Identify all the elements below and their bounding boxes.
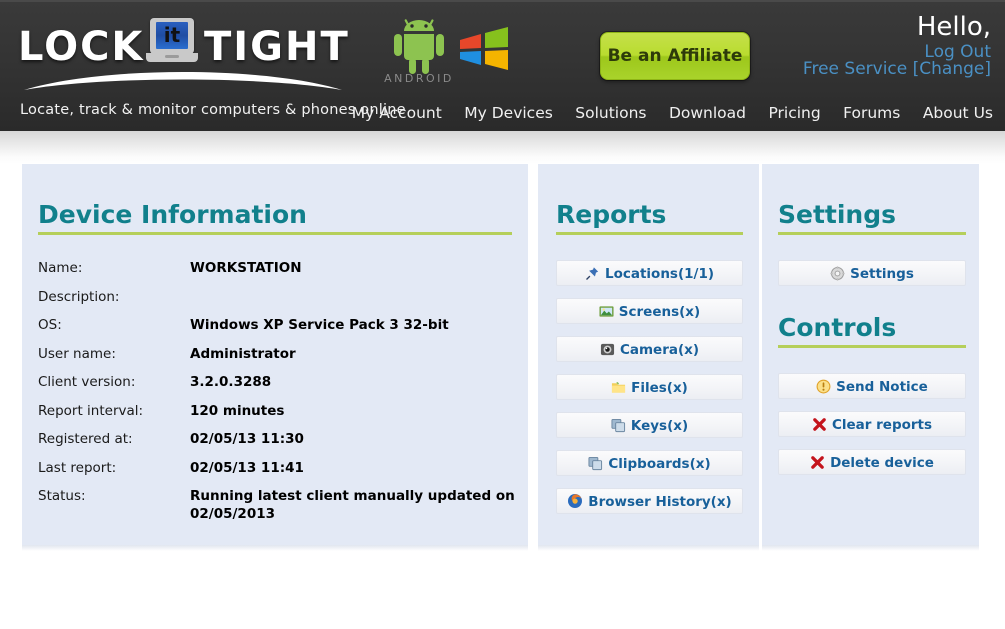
nav-item-my-account[interactable]: My Account	[352, 104, 442, 122]
os-logos: ANDROID	[380, 14, 510, 90]
control-button-label: Clear reports	[831, 417, 933, 433]
device-info-label: Description:	[38, 288, 120, 305]
alert-icon	[816, 377, 831, 403]
report-camera-x-button[interactable]: Camera(x)	[556, 336, 743, 362]
control-button-label: Send Notice	[836, 379, 928, 395]
device-info-label: Last report:	[38, 459, 117, 476]
settings-button-label: Settings	[850, 266, 914, 282]
report-browser-history-x-button[interactable]: Browser History(x)	[556, 488, 743, 514]
report-button-label: Clipboards(x)	[608, 456, 711, 472]
pin-icon	[585, 264, 600, 290]
settings-settings-button[interactable]: Settings	[778, 260, 966, 286]
device-info-row: Client version: 3.2.0.3288	[22, 374, 522, 402]
report-button-label: Files(x)	[631, 380, 688, 396]
device-info-row: Status: Running latest client manually up…	[22, 488, 522, 522]
panel-shadow-3	[762, 545, 979, 551]
report-screens-x-button[interactable]: Screens(x)	[556, 298, 743, 324]
device-info-row: Report interval: 120 minutes	[22, 403, 522, 431]
gear-icon	[830, 264, 845, 290]
device-info-row: Name: WORKSTATION	[22, 260, 522, 288]
report-button-label: Browser History(x)	[588, 494, 732, 510]
panel-shadow-2	[538, 545, 759, 551]
reports-rule	[556, 232, 743, 235]
device-info-value: WORKSTATION	[190, 260, 302, 276]
device-info-value: 3.2.0.3288	[190, 374, 272, 390]
report-button-label: Camera(x)	[619, 342, 700, 358]
main-content: Device Information Name: WORKSTATION Descr…	[0, 164, 1005, 629]
red-x-icon	[812, 415, 827, 441]
panel-shadow-1	[22, 545, 528, 551]
device-info-label: Registered at:	[38, 431, 133, 447]
device-info-label: Name:	[38, 260, 83, 276]
device-information-panel: Device Information Name: WORKSTATION Descr…	[22, 164, 528, 545]
device-information-title: Device Information	[38, 200, 307, 229]
nav-item-solutions[interactable]: Solutions	[575, 104, 646, 122]
settings-controls-panel: Settings Settings Controls Send Notice Cl…	[762, 164, 979, 545]
report-keys-x-button[interactable]: Keys(x)	[556, 412, 743, 438]
camera-icon	[600, 340, 615, 366]
header-gradient-strip	[0, 131, 1005, 164]
nav-item-pricing[interactable]: Pricing	[768, 104, 820, 122]
device-info-row: Description:	[22, 289, 522, 317]
controls-title: Controls	[778, 313, 897, 342]
device-info-row: OS: Windows XP Service Pack 3 32-bit	[22, 317, 522, 345]
report-button-label: Keys(x)	[630, 418, 689, 434]
red-x-icon	[810, 453, 825, 479]
device-info-label: OS:	[38, 317, 62, 333]
device-info-value: Running latest client manually updated o…	[190, 488, 515, 522]
device-info-label: Report interval:	[38, 402, 144, 419]
service-plan-label[interactable]: Free Service	[803, 59, 907, 79]
android-label: ANDROID	[384, 72, 454, 85]
logo-word-it: it	[163, 23, 181, 47]
image-icon	[599, 302, 614, 328]
main-nav: My Account My Devices Solutions Download…	[352, 104, 993, 123]
report-locations-1-1-button[interactable]: Locations(1/1)	[556, 260, 743, 286]
nav-item-forums[interactable]: Forums	[843, 104, 900, 122]
device-info-row: Last report: 02/05/13 11:41	[22, 460, 522, 488]
header-top-rule	[0, 0, 1005, 2]
nav-item-about-us[interactable]: About Us	[923, 104, 993, 122]
report-button-label: Screens(x)	[618, 304, 701, 320]
be-an-affiliate-button[interactable]: Be an Affiliate	[600, 32, 750, 80]
windows-icon	[456, 24, 512, 74]
control-clear-reports-button[interactable]: Clear reports	[778, 411, 966, 437]
browser-icon	[567, 492, 583, 518]
laptop-icon: it	[146, 18, 198, 66]
site-logo[interactable]: LOCK it TIGHT Locate, track & monitor co…	[8, 6, 406, 124]
service-row: Free Service [Change]	[803, 59, 991, 79]
site-tagline: Locate, track & monitor computers & phon…	[20, 102, 406, 118]
settings-rule	[778, 232, 966, 235]
device-info-label: Status:	[38, 488, 86, 504]
greeting-text: Hello,	[916, 12, 991, 42]
nav-item-my-devices[interactable]: My Devices	[464, 104, 553, 122]
keys-icon	[611, 416, 626, 442]
device-info-label: Client version:	[38, 374, 136, 390]
device-info-value: Windows XP Service Pack 3 32-bit	[190, 317, 449, 333]
reports-panel: Reports Locations(1/1) Screens(x) Camera(x…	[538, 164, 759, 545]
device-info-value: 120 minutes	[190, 402, 285, 419]
controls-rule	[778, 345, 966, 348]
nav-item-download[interactable]: Download	[669, 104, 746, 122]
device-info-row: Registered at: 02/05/13 11:30	[22, 431, 522, 459]
change-plan-link[interactable]: [Change]	[913, 59, 991, 79]
device-information-rule	[38, 232, 512, 235]
device-info-value: 02/05/13 11:41	[190, 459, 304, 476]
logo-swoosh-decoration	[22, 64, 344, 92]
device-info-value: 02/05/13 11:30	[190, 431, 304, 447]
control-delete-device-button[interactable]: Delete device	[778, 449, 966, 475]
clipboard-icon	[588, 454, 603, 480]
site-header: LOCK it TIGHT Locate, track & monitor co…	[0, 0, 1005, 131]
folder-icon	[611, 378, 626, 404]
device-info-row: User name: Administrator	[22, 346, 522, 374]
report-files-x-button[interactable]: Files(x)	[556, 374, 743, 400]
report-button-label: Locations(1/1)	[604, 266, 715, 282]
device-info-label: User name:	[38, 345, 116, 362]
control-button-label: Delete device	[830, 455, 934, 471]
device-info-value: Administrator	[190, 345, 296, 362]
reports-title: Reports	[556, 200, 667, 229]
control-send-notice-button[interactable]: Send Notice	[778, 373, 966, 399]
report-clipboards-x-button[interactable]: Clipboards(x)	[556, 450, 743, 476]
settings-title: Settings	[778, 200, 897, 229]
